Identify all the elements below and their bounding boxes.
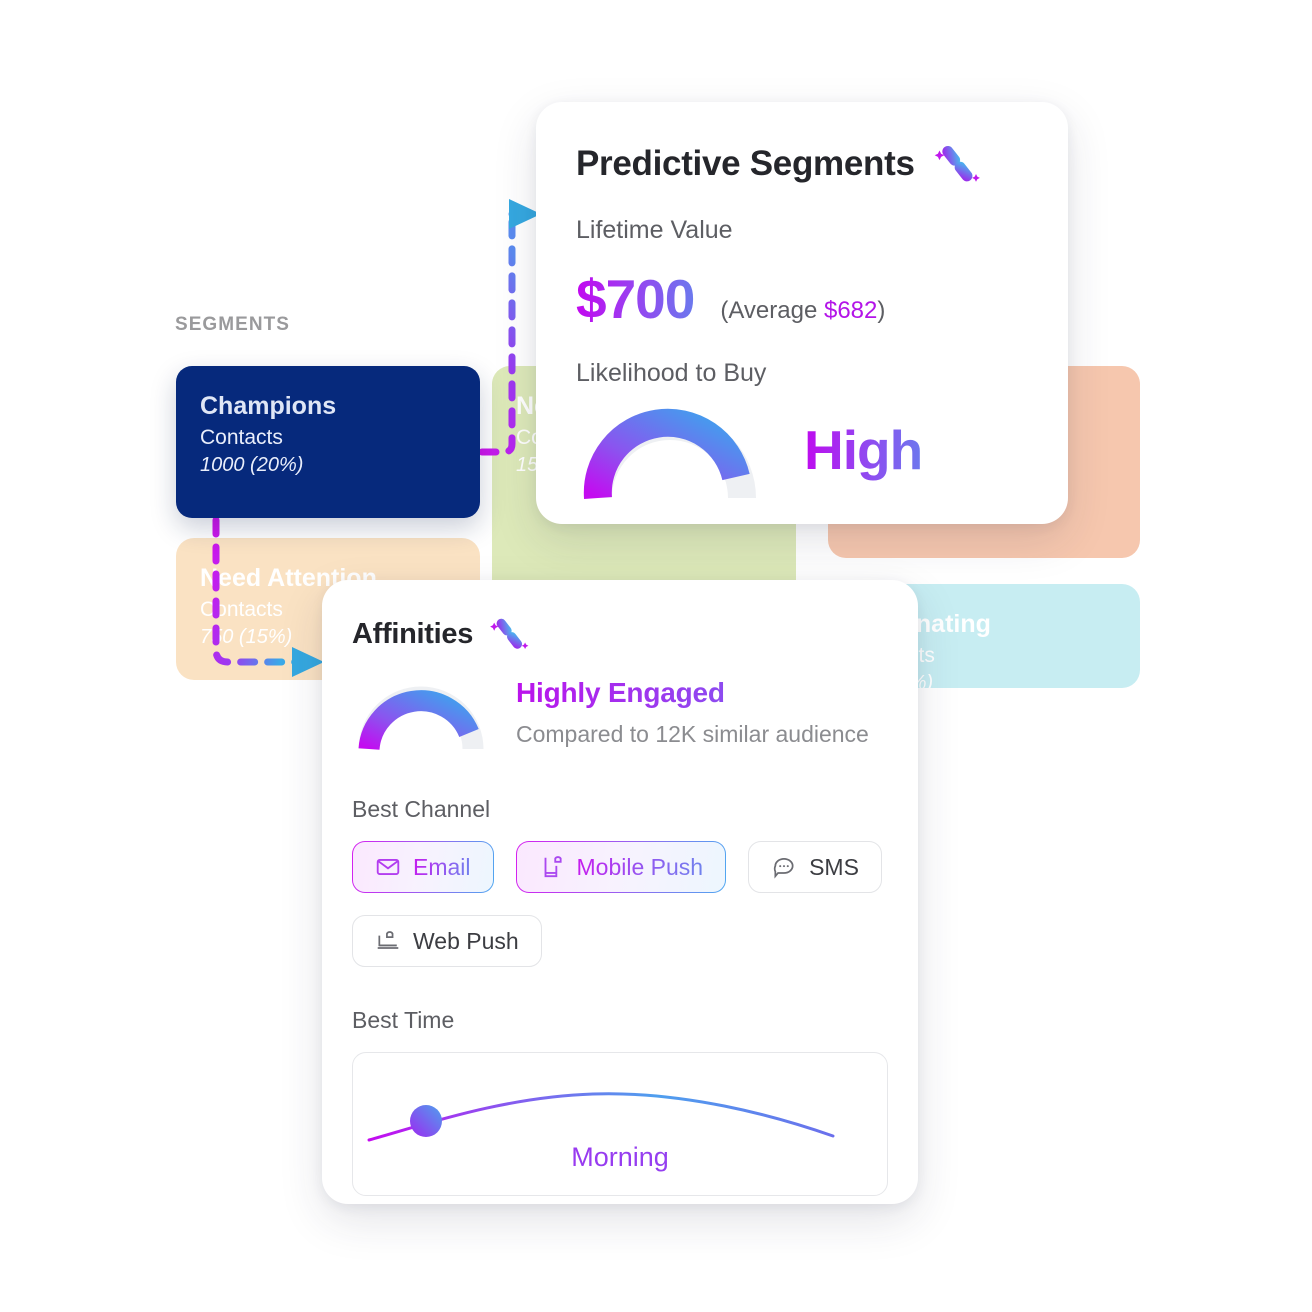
- affinity-gauge-row: Highly Engaged Compared to 12K similar a…: [352, 670, 888, 754]
- segment-contacts-value: 1000 (20%): [200, 453, 304, 476]
- mobile-bell-icon: [539, 854, 565, 880]
- affinities-card-header: Affinities: [352, 612, 888, 656]
- channel-chip-label: Email: [413, 853, 471, 880]
- channel-chip-sms[interactable]: SMS: [748, 841, 882, 893]
- channel-chip-email[interactable]: Email: [352, 841, 494, 893]
- channel-chip-mobile-push[interactable]: Mobile Push: [516, 841, 727, 893]
- likelihood-to-buy-gauge: [576, 398, 764, 502]
- best-time-label: Best Time: [352, 1007, 455, 1033]
- best-time-chart: Morning: [352, 1052, 888, 1196]
- predictive-card-header: Predictive Segments: [576, 138, 1028, 190]
- likelihood-to-buy-label: Likelihood to Buy: [576, 359, 767, 387]
- channel-chip-web-push[interactable]: Web Push: [352, 915, 542, 967]
- best-channel-chip-group: Email Mobile Push SMS Web Push: [352, 841, 888, 967]
- affinities-card-title: Affinities: [352, 617, 474, 650]
- affinity-comparison-text: Compared to 12K similar audience: [516, 720, 869, 747]
- best-channel-label: Best Channel: [352, 796, 491, 822]
- lifetime-value-label: Lifetime Value: [576, 216, 733, 244]
- segment-tile-champions[interactable]: Champions Contacts 1000 (20%): [176, 366, 480, 518]
- segment-contacts-label: Contacts: [200, 425, 283, 449]
- affinities-card[interactable]: Affinities Highly Engaged Compared to 12…: [322, 580, 918, 1204]
- channel-chip-label: SMS: [809, 853, 859, 880]
- likelihood-gauge-row: High: [576, 398, 1028, 502]
- best-time-curve: [367, 1092, 835, 1142]
- channel-chip-label: Web Push: [413, 927, 519, 954]
- best-time-value: Morning: [353, 1142, 887, 1173]
- lifetime-value-average: (Average $682): [720, 297, 885, 325]
- channel-chip-label: Mobile Push: [576, 853, 704, 880]
- lifetime-value-amount: $700: [576, 268, 695, 330]
- affinity-engagement-gauge: [352, 670, 490, 754]
- likelihood-to-buy-value: High: [804, 419, 923, 481]
- predictive-card-title: Predictive Segments: [576, 144, 915, 183]
- envelope-icon: [375, 854, 401, 880]
- ai-sparkle-icon: [487, 612, 531, 656]
- average-amount: $682: [823, 297, 878, 324]
- average-prefix: (Average: [720, 297, 824, 324]
- laptop-bell-icon: [375, 928, 401, 954]
- affinity-engagement-value: Highly Engaged: [516, 677, 869, 709]
- predictive-segments-card[interactable]: Predictive Segments Lifetime Value $700 …: [536, 102, 1068, 524]
- lifetime-value-row: $700 (Average $682): [576, 267, 1028, 331]
- segments-section-label: SEGMENTS: [175, 314, 290, 335]
- segment-name: Champions: [200, 392, 337, 420]
- average-suffix: ): [877, 297, 886, 324]
- chat-bubble-icon: [771, 854, 797, 880]
- ai-sparkle-icon: [931, 138, 983, 190]
- canvas: SEGMENTS New Customers Contacts 1500 (30…: [0, 0, 1312, 1312]
